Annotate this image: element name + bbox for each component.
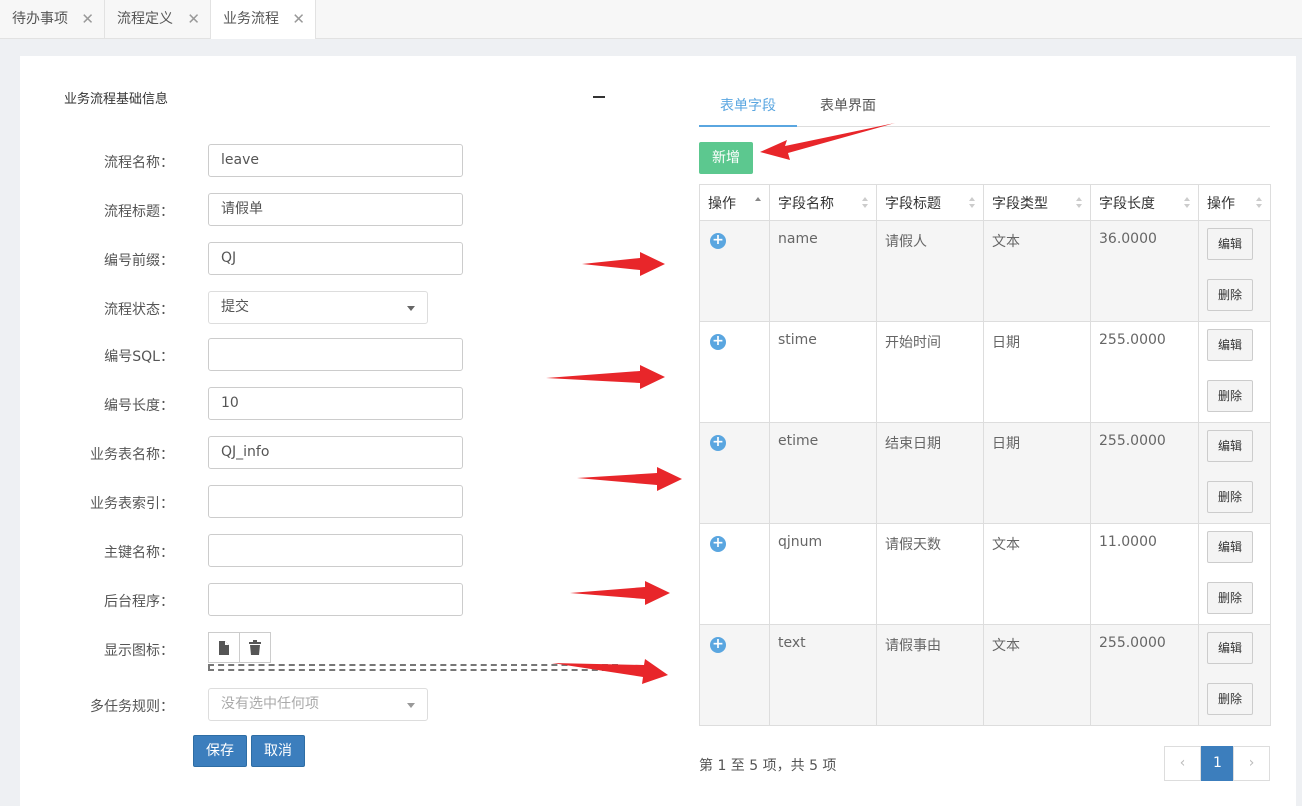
annotation-arrow (577, 467, 682, 491)
annotation-arrow (760, 123, 895, 160)
annotation-arrow (582, 252, 665, 276)
annotation-arrows (546, 123, 895, 684)
annotation-arrow (546, 365, 665, 389)
annotation-arrow (570, 581, 670, 605)
annotation-arrow (552, 659, 668, 684)
